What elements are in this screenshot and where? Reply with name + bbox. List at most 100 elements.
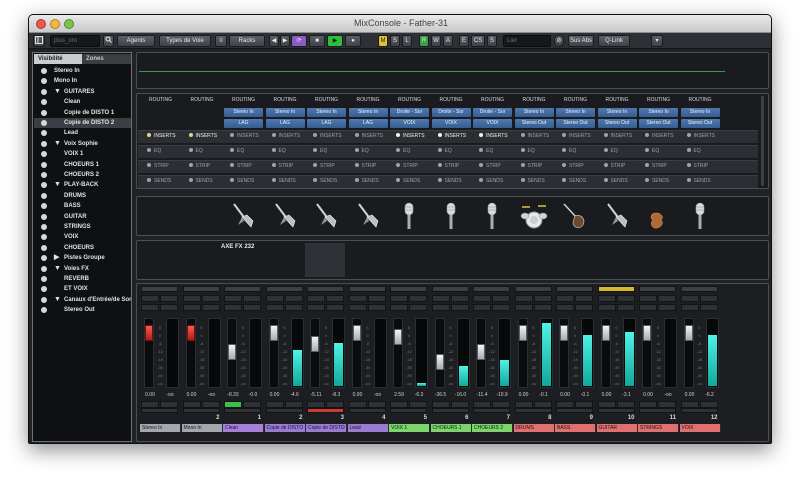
next-icon[interactable]: ▶ xyxy=(280,35,290,47)
visibility-dot-icon[interactable] xyxy=(41,307,47,314)
pan-control[interactable] xyxy=(431,286,469,292)
agents-button[interactable]: Agents xyxy=(117,35,155,47)
read-write-button[interactable] xyxy=(182,408,220,413)
visibility-dot-icon[interactable] xyxy=(41,130,47,137)
record-enable-button[interactable] xyxy=(160,401,178,408)
listen-button[interactable] xyxy=(597,304,616,311)
listen-button[interactable] xyxy=(265,304,284,311)
channel-types-button[interactable]: Types de Voie xyxy=(159,35,211,47)
mute-button[interactable] xyxy=(265,295,284,302)
visibility-dot-icon[interactable] xyxy=(41,244,47,251)
channel-name-label[interactable]: Copie de DISTO 2 xyxy=(306,424,347,432)
read-write-button[interactable] xyxy=(141,408,178,413)
fader-handle[interactable] xyxy=(269,325,278,341)
routing-input-button[interactable]: Droite - Sor xyxy=(390,108,429,117)
routing-input-button[interactable]: Stereo In xyxy=(556,108,595,117)
peak-readout[interactable]: -0.0 xyxy=(243,392,263,398)
solo-button[interactable] xyxy=(533,295,552,302)
volume-readout[interactable]: -36.5 xyxy=(431,392,451,398)
monitor-button[interactable] xyxy=(514,401,533,408)
listen-button[interactable] xyxy=(431,304,450,311)
channel-name-label[interactable]: CHOEURS 1 xyxy=(430,424,472,432)
fader-handle[interactable] xyxy=(435,353,444,370)
tab-visibility[interactable]: Visibilité xyxy=(34,54,82,64)
eq-slot[interactable]: EQ xyxy=(307,147,346,156)
fader-handle[interactable] xyxy=(560,325,568,341)
routing-output-button[interactable]: LAG xyxy=(224,119,263,128)
sidebar-item[interactable]: Stereo Out xyxy=(34,305,131,315)
selected-channel-notes[interactable] xyxy=(305,243,345,277)
visibility-dot-icon[interactable] xyxy=(41,99,47,106)
volume-readout[interactable]: 0.00 xyxy=(182,392,202,398)
channel-name-label[interactable]: Copie de DISTO 1 xyxy=(264,424,306,432)
eq-slot[interactable]: EQ xyxy=(266,147,305,156)
read-write-button[interactable] xyxy=(307,408,344,413)
inserts-slot[interactable]: INSERTS xyxy=(266,132,305,141)
folder-expanded-icon[interactable]: ▼ xyxy=(54,140,61,148)
mute-button[interactable] xyxy=(639,295,657,302)
folder-expanded-icon[interactable]: ▼ xyxy=(54,265,61,273)
visibility-dot-icon[interactable] xyxy=(41,234,47,241)
channel-settings-button[interactable]: CS xyxy=(471,35,485,47)
sidebar-item[interactable]: Stereo In xyxy=(34,66,131,76)
listen-button[interactable] xyxy=(514,304,533,311)
routing-input-button[interactable]: Stereo In xyxy=(639,108,678,117)
visibility-dot-icon[interactable] xyxy=(41,276,47,282)
volume-readout[interactable]: 0.00 xyxy=(555,392,575,398)
inserts-slot[interactable]: INSERTS xyxy=(639,132,678,141)
monitor-button[interactable] xyxy=(473,401,491,408)
read-write-button[interactable] xyxy=(556,408,593,413)
visibility-dot-icon[interactable] xyxy=(41,224,47,230)
link-clear-icon[interactable]: ⊘ xyxy=(554,35,564,47)
volume-readout[interactable]: 0.00 xyxy=(140,392,160,398)
rack-scrollbar[interactable] xyxy=(761,96,764,186)
peak-readout[interactable]: -6.3 xyxy=(409,392,429,398)
solo-button[interactable] xyxy=(450,295,469,302)
sidebar-item[interactable]: ▼ Canaux d'Entrée/de Sor xyxy=(34,295,131,305)
listen-button[interactable] xyxy=(348,304,367,311)
record-enable-button[interactable] xyxy=(367,401,386,408)
sends-slot[interactable]: SENDS xyxy=(598,177,637,186)
edit-button[interactable] xyxy=(699,304,718,311)
read-write-button[interactable] xyxy=(431,408,469,413)
peak-readout[interactable]: -oo xyxy=(658,392,678,398)
routing-output-button[interactable]: VOIX xyxy=(431,119,471,128)
routing-input-button[interactable]: Stereo In xyxy=(348,108,388,117)
folder-expanded-icon[interactable]: ▼ xyxy=(54,88,61,96)
channel-name-label[interactable]: VOIX 1 xyxy=(389,424,430,432)
sus-abs-button[interactable]: Sus Abs xyxy=(568,35,594,47)
sidebar-item[interactable]: GUITAR xyxy=(34,212,131,222)
edit-button[interactable] xyxy=(201,304,220,311)
routing-output-button[interactable]: LAG xyxy=(348,119,388,128)
visibility-dot-icon[interactable] xyxy=(41,109,47,116)
visibility-dot-icon[interactable] xyxy=(41,78,47,85)
visibility-dot-icon[interactable] xyxy=(41,182,47,189)
sidebar-item[interactable]: Mono In xyxy=(34,76,131,86)
channel-name-label[interactable]: Mono In xyxy=(181,424,223,432)
window-layout-icon[interactable] xyxy=(33,35,45,47)
edit-button[interactable] xyxy=(326,304,344,311)
sidebar-item[interactable]: CHOEURS 1 xyxy=(34,160,131,170)
solo-button[interactable] xyxy=(367,295,386,302)
solo-button[interactable] xyxy=(699,295,718,302)
read-write-button[interactable] xyxy=(390,408,427,413)
sends-slot[interactable]: SENDS xyxy=(515,177,554,186)
strip-slot[interactable]: STRIP xyxy=(639,162,678,171)
routing-input-button[interactable]: Droite - Sor xyxy=(431,108,471,117)
sidebar-item[interactable]: ▼ GUITARES xyxy=(34,87,131,97)
eq-slot[interactable]: EQ xyxy=(639,147,678,156)
sidebar-item[interactable]: ▼ PLAY-BACK xyxy=(34,180,131,190)
volume-readout[interactable]: -11.4 xyxy=(472,392,492,398)
channel-name-label[interactable]: BASS xyxy=(555,424,596,432)
monitor-button[interactable] xyxy=(431,401,450,408)
mute-button[interactable] xyxy=(182,295,201,302)
channel-name-label[interactable]: Lead xyxy=(347,424,389,432)
sends-slot[interactable]: SENDS xyxy=(141,177,180,186)
volume-readout[interactable]: 0.00 xyxy=(265,392,285,398)
monitor-button[interactable] xyxy=(265,401,284,408)
fader-handle[interactable] xyxy=(518,325,527,341)
pan-control[interactable] xyxy=(473,286,510,292)
sidebar-item[interactable]: BASS xyxy=(34,201,131,211)
sends-slot[interactable]: SENDS xyxy=(183,177,222,186)
write-button[interactable]: W xyxy=(431,35,441,47)
